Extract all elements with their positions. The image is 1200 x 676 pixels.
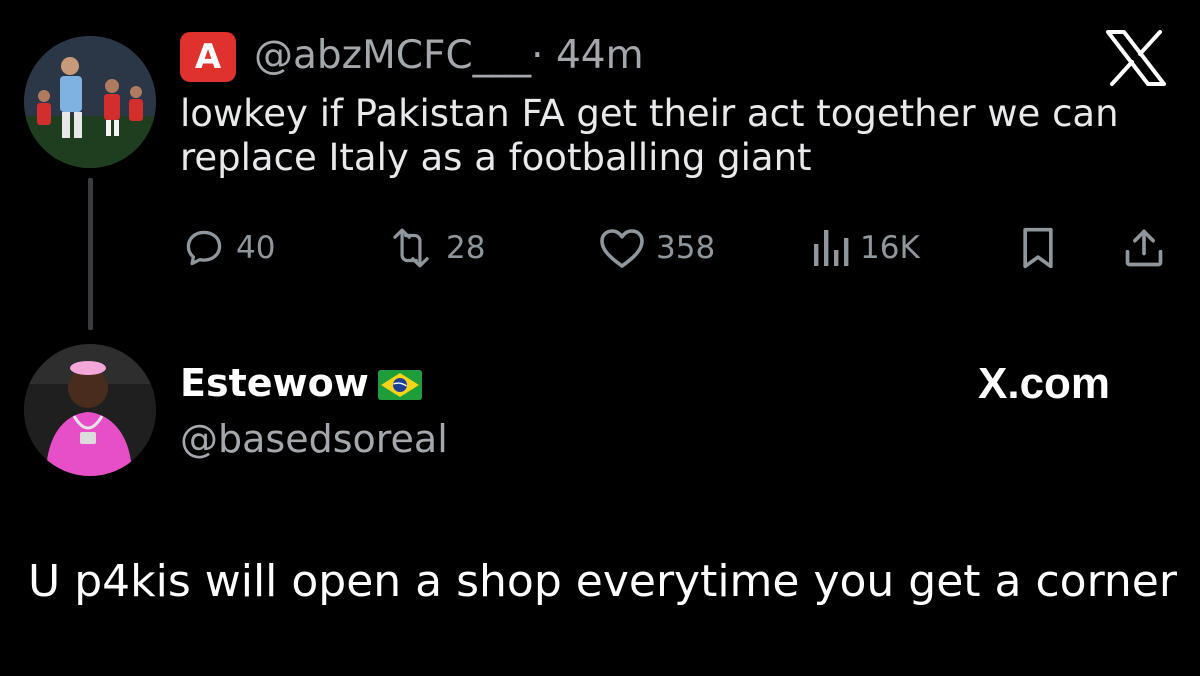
retweet-count: 28 [446, 230, 486, 266]
tweet-timestamp: · 44m [531, 33, 644, 78]
avatar-photo-person [24, 344, 156, 476]
tweet-author-handle[interactable]: @abzMCFC___· 44m [254, 30, 644, 82]
reply-icon [186, 230, 222, 266]
avatar-photo-football [24, 36, 156, 168]
like-button[interactable]: 358 [598, 226, 715, 270]
reply-display-name[interactable]: Estewow [180, 358, 369, 408]
retweet-button[interactable]: 28 [386, 226, 485, 270]
brazil-flag-icon [378, 370, 422, 400]
reply-author-handle[interactable]: @basedsoreal [180, 414, 448, 464]
views-button[interactable]: 16K [810, 226, 920, 270]
reply-button[interactable]: 40 [182, 226, 275, 270]
avatar-basedsoreal[interactable] [24, 344, 156, 476]
thread-connector-line [88, 178, 93, 330]
retweet-icon [393, 228, 429, 268]
bookmark-icon [1023, 227, 1053, 269]
tweet-handle-text[interactable]: @abzMCFC___ [254, 33, 531, 78]
tweet-text: lowkey if Pakistan FA get their act toge… [180, 92, 1119, 179]
views-count: 16K [860, 230, 920, 266]
views-icon [814, 230, 849, 266]
reply-count: 40 [236, 230, 276, 266]
x-logo-icon [1104, 30, 1168, 86]
avatar-abzmcfc[interactable] [24, 36, 156, 168]
like-count: 358 [656, 230, 716, 266]
bookmark-button[interactable] [1018, 226, 1058, 270]
heart-icon [600, 229, 644, 268]
a-badge-icon: A [180, 32, 236, 82]
x-com-watermark: X.com [978, 359, 1111, 408]
reply-text: U p4kis will open a shop everytime you g… [28, 556, 1177, 607]
share-icon [1125, 229, 1163, 267]
share-button[interactable] [1122, 226, 1166, 270]
